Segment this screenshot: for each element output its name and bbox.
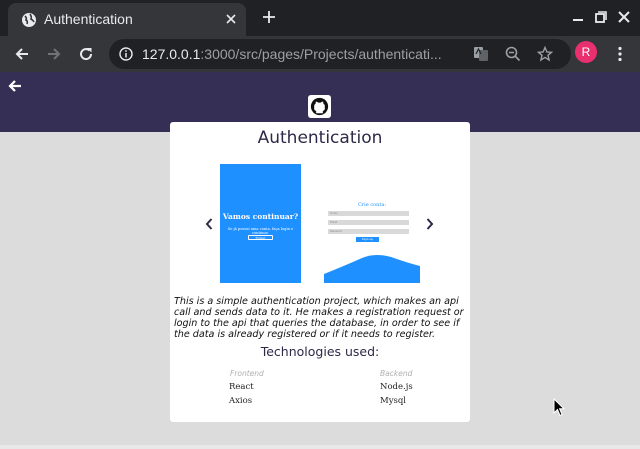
slide-field-password: Password — [328, 229, 409, 234]
slide-text: Se já possuí uma conta, faça login e con… — [227, 227, 294, 235]
forward-icon[interactable] — [45, 45, 63, 63]
page-bottom-edge — [0, 445, 640, 449]
maximize-icon[interactable] — [595, 11, 607, 23]
kebab-menu-icon[interactable] — [611, 45, 629, 63]
zoom-out-icon[interactable] — [505, 46, 521, 62]
arrow-left-icon[interactable] — [7, 78, 23, 94]
slide-field-name: Nome — [328, 211, 409, 216]
frontend-item: React — [229, 382, 254, 392]
slide-heading: Crie conta: — [357, 202, 387, 208]
card-title: Authentication — [257, 128, 383, 148]
back-icon[interactable] — [13, 45, 31, 63]
info-icon[interactable] — [119, 47, 133, 61]
address-bar[interactable]: 127.0.0.1:3000/src/pages/Projects/authen… — [109, 39, 571, 69]
backend-item: Node.js — [380, 382, 413, 392]
technologies-title: Technologies used: — [260, 344, 380, 359]
cursor-icon — [553, 398, 565, 417]
plus-icon[interactable] — [261, 9, 277, 25]
browser-toolbar: 127.0.0.1:3000/src/pages/Projects/authen… — [0, 36, 640, 72]
minimize-icon[interactable] — [572, 11, 584, 23]
globe-icon — [22, 13, 36, 27]
github-icon[interactable] — [308, 95, 331, 118]
backend-item: Mysql — [380, 396, 407, 406]
url-text: 127.0.0.1:3000/src/pages/Projects/authen… — [142, 46, 442, 62]
translate-icon[interactable] — [473, 46, 489, 62]
star-icon[interactable] — [537, 46, 553, 62]
wave-shape — [324, 255, 420, 283]
url-path: :3000/src/pages/Projects/authenticati... — [200, 46, 442, 62]
browser-tab[interactable]: Authentication — [8, 3, 246, 36]
carousel-slide-login: Vamos continuar? Se já possuí uma conta,… — [220, 164, 301, 283]
carousel-slide-signup: Crie conta: Nome Email Password Sign up — [324, 164, 420, 283]
project-description: This is a simple authentication project,… — [174, 296, 464, 340]
backend-label: Backend — [380, 369, 413, 378]
close-icon[interactable] — [224, 12, 238, 26]
window-close-icon[interactable] — [618, 11, 630, 23]
slide-field-email: Email — [328, 220, 409, 225]
tab-strip: Authentication — [0, 0, 640, 36]
project-card: Authentication Vamos continuar? Se já po… — [170, 122, 470, 422]
frontend-label: Frontend — [230, 369, 264, 378]
url-host: 127.0.0.1 — [142, 46, 201, 62]
frontend-item: Axios — [229, 396, 253, 406]
chevron-right-icon[interactable] — [425, 217, 435, 231]
slide-login-button: Entrar — [248, 235, 273, 240]
chevron-left-icon[interactable] — [204, 217, 214, 231]
reload-icon[interactable] — [77, 45, 95, 63]
tab-title: Authentication — [44, 11, 133, 27]
slide-heading: Vamos continuar? — [222, 212, 299, 221]
profile-avatar[interactable]: R — [575, 41, 597, 63]
slide-signup-button: Sign up — [356, 237, 379, 242]
